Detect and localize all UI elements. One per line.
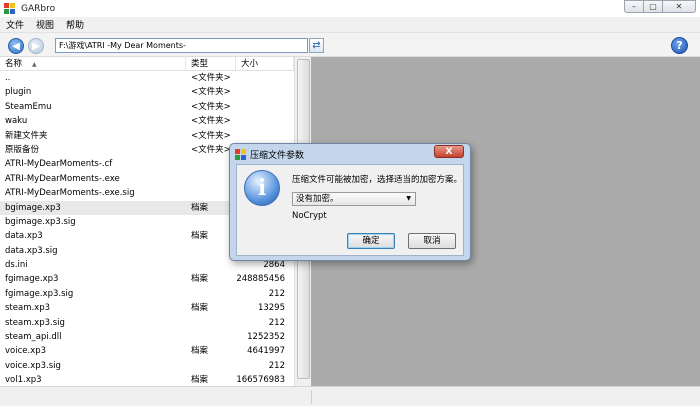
app-logo-icon [4,2,16,15]
help-icon[interactable]: ? [671,37,688,54]
table-row[interactable]: fgimage.xp3 档案 248885456 [0,272,294,286]
file-name: voice.xp3.sig [5,360,61,371]
dialog-close-button[interactable]: X [434,145,464,158]
path-input[interactable]: F:\游戏\ATRI -My Dear Moments- [55,38,308,53]
column-header: 名称 ▲ 类型 大小 [0,57,294,71]
file-size: 13295 [257,303,285,314]
table-row[interactable]: plugin <文件夹> [0,85,294,99]
menu-view[interactable]: 视图 [30,18,60,31]
column-size[interactable]: 大小 [236,57,294,71]
dropdown-arrow-icon: ▼ [406,195,411,202]
file-name: ATRI-MyDearMoments-.exe.sig [5,188,135,199]
file-type: <文件夹> [191,116,231,127]
file-type: <文件夹> [191,87,231,98]
window-titlebar: GARbro – ▢ ✕ [0,0,700,17]
window-title: GARbro [21,3,56,14]
menu-help[interactable]: 帮助 [60,18,90,31]
table-row[interactable]: .. <文件夹> [0,71,294,85]
file-type: <文件夹> [191,144,231,155]
file-name: 原版备份 [5,144,40,155]
file-size: 1252352 [247,332,285,343]
file-name: fgimage.xp3.sig [5,288,74,299]
file-name: .. [5,73,11,83]
file-type: 档案 [191,274,209,285]
file-name: data.xp3.sig [5,245,58,256]
file-size: 212 [268,317,285,328]
file-size: 248885456 [236,274,285,285]
ok-button[interactable]: 确定 [347,233,395,249]
column-type[interactable]: 类型 [186,57,236,71]
scheme-name: NoCrypt [292,211,327,221]
table-row[interactable]: fgimage.xp3.sig 212 [0,287,294,301]
file-name: data.xp3 [5,231,43,242]
file-size: 212 [268,288,285,299]
toolbar: ◀ ▶ F:\游戏\ATRI -My Dear Moments- ⇄ ? [0,33,700,57]
back-arrow-icon[interactable]: ◀ [8,38,24,54]
column-name[interactable]: 名称 ▲ [0,57,186,71]
file-name: 新建文件夹 [5,130,48,141]
archive-parameters-dialog: 压缩文件参数 X i 压缩文件可能被加密，选择适当的加密方案。 没有加密。 ▼ … [229,143,471,261]
info-icon: i [244,170,280,206]
menu-file[interactable]: 文件 [0,18,30,31]
file-name: voice.xp3 [5,346,47,357]
table-row[interactable]: voice.xp3 档案 4641997 [0,344,294,358]
dialog-title: 压缩文件参数 [250,151,305,161]
file-name: steam.xp3.sig [5,317,65,328]
table-row[interactable]: waku <文件夹> [0,114,294,128]
menu-bar: 文件 视图 帮助 [0,17,700,33]
refresh-icon[interactable]: ⇄ [309,38,324,53]
file-name: ATRI-MyDearMoments-.cf [5,159,113,170]
sort-ascending-icon: ▲ [32,61,37,68]
file-type: 档案 [191,303,209,314]
table-row[interactable]: voice.xp3.sig 212 [0,359,294,373]
dialog-titlebar: 压缩文件参数 X [230,144,470,164]
dialog-body: i 压缩文件可能被加密，选择适当的加密方案。 没有加密。 ▼ NoCrypt 确… [236,164,464,256]
file-name: SteamEmu [5,101,52,112]
window-controls: – ▢ ✕ [624,0,696,13]
file-name: fgimage.xp3 [5,274,59,285]
file-size: 4641997 [247,346,285,357]
file-type: 档案 [191,202,209,213]
file-name: bgimage.xp3.sig [5,216,76,227]
file-size: 212 [268,360,285,371]
maximize-button[interactable]: ▢ [643,0,663,13]
file-type: <文件夹> [191,130,231,141]
table-row[interactable]: 新建文件夹 <文件夹> [0,129,294,143]
file-name: steam.xp3 [5,303,51,314]
status-bar [0,386,700,406]
file-name: plugin [5,87,32,98]
table-row[interactable]: SteamEmu <文件夹> [0,100,294,114]
file-name: ATRI-MyDearMoments-.exe [5,173,120,184]
cancel-button[interactable]: 取消 [408,233,456,249]
file-type: <文件夹> [191,101,231,112]
status-divider [311,390,312,404]
file-type: <文件夹> [191,73,231,83]
table-row[interactable]: steam.xp3.sig 212 [0,316,294,330]
encryption-scheme-value: 没有加密。 [296,194,339,204]
file-name: ds.ini [5,260,28,271]
dialog-app-icon [235,149,246,160]
file-name: bgimage.xp3 [5,202,61,213]
file-name: waku [5,116,28,127]
encryption-scheme-select[interactable]: 没有加密。 ▼ [292,192,416,206]
file-name: steam_api.dll [5,332,62,343]
table-row[interactable]: steam.xp3 档案 13295 [0,301,294,315]
table-row[interactable]: steam_api.dll 1252352 [0,330,294,344]
minimize-button[interactable]: – [624,0,644,13]
dialog-message: 压缩文件可能被加密，选择适当的加密方案。 [292,175,463,185]
forward-arrow-icon[interactable]: ▶ [28,38,44,54]
close-window-button[interactable]: ✕ [662,0,696,13]
file-type: 档案 [191,231,209,242]
column-name-label: 名称 [5,59,23,69]
file-type: 档案 [191,346,209,357]
